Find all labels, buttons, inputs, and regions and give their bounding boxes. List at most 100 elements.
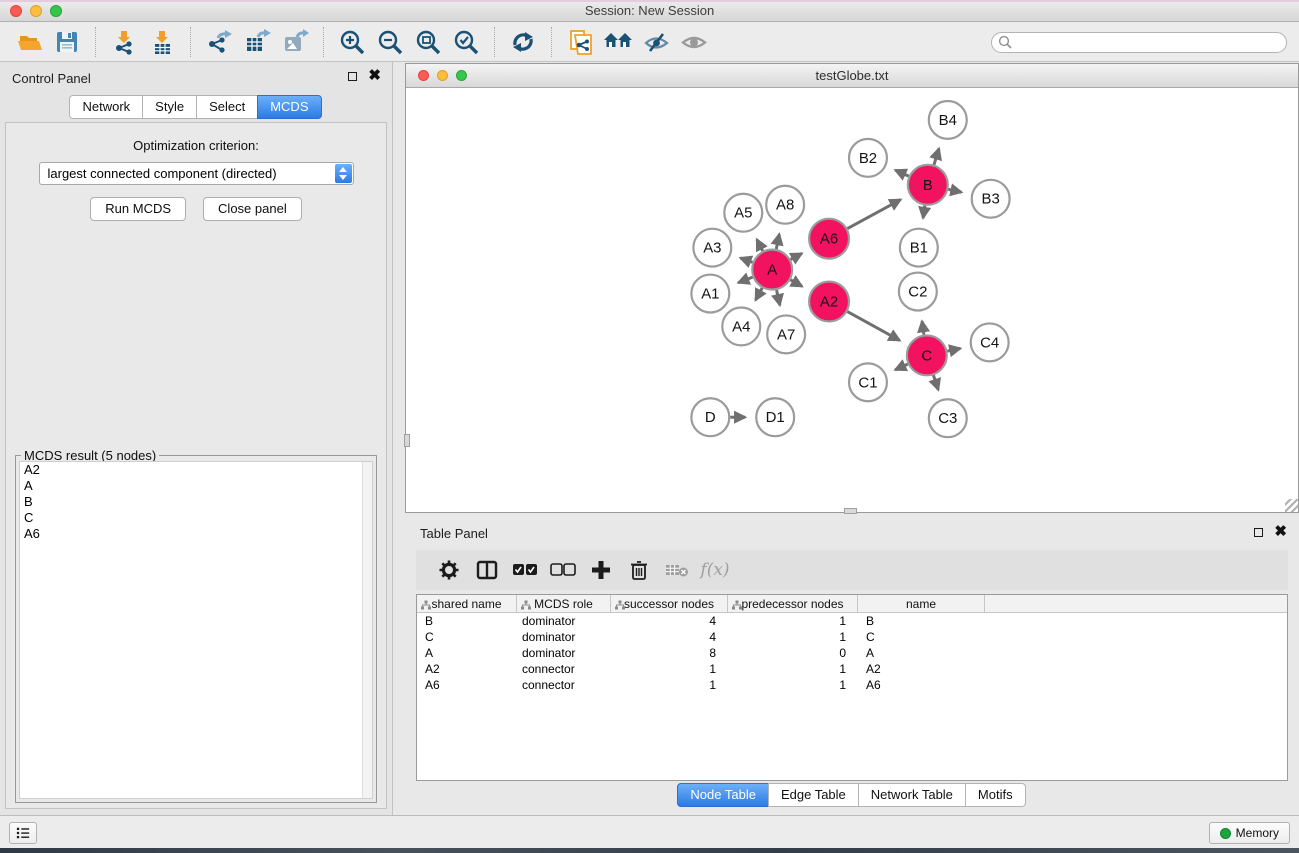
network-home-button[interactable] xyxy=(601,26,635,58)
cell[interactable]: 1 xyxy=(611,677,728,693)
tab-mcds[interactable]: MCDS xyxy=(257,95,321,119)
tab-network[interactable]: Network xyxy=(69,95,143,119)
app-titlebar[interactable]: Session: New Session xyxy=(0,0,1299,22)
cell[interactable]: 4 xyxy=(611,613,728,629)
graph-node-C4[interactable]: C4 xyxy=(971,323,1009,361)
graph-edge-A-A3[interactable] xyxy=(740,258,752,262)
criterion-dropdown[interactable]: largest connected component (directed) xyxy=(39,162,354,185)
tab-select[interactable]: Select xyxy=(196,95,258,119)
mcds-result-item[interactable]: A6 xyxy=(20,526,372,542)
window-resize-grip-corner[interactable] xyxy=(1285,499,1298,512)
graph-node-A2[interactable]: A2 xyxy=(809,282,849,322)
mcds-result-item[interactable]: A xyxy=(20,478,372,494)
zoom-fit-button[interactable] xyxy=(411,26,445,58)
show-panel-button[interactable] xyxy=(677,26,711,58)
graph-edge-C-C4[interactable] xyxy=(947,348,960,351)
cell[interactable]: 4 xyxy=(611,629,728,645)
close-window-button[interactable] xyxy=(10,5,22,17)
save-session-button[interactable] xyxy=(50,26,84,58)
tab-network-table[interactable]: Network Table xyxy=(858,783,966,807)
add-column-button[interactable] xyxy=(582,553,620,587)
select-all-button[interactable] xyxy=(506,553,544,587)
column-header-shared-name[interactable]: shared name xyxy=(417,595,517,612)
close-panel-icon[interactable]: ✖ xyxy=(1274,527,1287,537)
graph-node-A7[interactable]: A7 xyxy=(767,315,805,353)
zoom-out-button[interactable] xyxy=(373,26,407,58)
show-column-button[interactable] xyxy=(468,553,506,587)
column-header-name[interactable]: name xyxy=(858,595,985,612)
cell[interactable]: connector xyxy=(517,677,611,693)
graph-node-A6[interactable]: A6 xyxy=(809,219,849,259)
cell[interactable]: A2 xyxy=(858,661,985,677)
cell[interactable]: 1 xyxy=(728,677,858,693)
cell[interactable]: A6 xyxy=(417,677,517,693)
graph-edge-A-A1[interactable] xyxy=(738,277,752,283)
column-header-mcds-role[interactable]: MCDS role xyxy=(517,595,611,612)
graph-node-C1[interactable]: C1 xyxy=(849,363,887,401)
graph-node-A[interactable]: A xyxy=(752,250,792,290)
cell[interactable]: A xyxy=(858,645,985,661)
graph-edge-C-C2[interactable] xyxy=(922,321,924,334)
cell[interactable]: A2 xyxy=(417,661,517,677)
maximize-network-button[interactable] xyxy=(456,70,467,81)
mcds-result-item[interactable]: B xyxy=(20,494,372,510)
graph-node-C3[interactable]: C3 xyxy=(929,399,967,437)
graph-node-A3[interactable]: A3 xyxy=(693,229,731,267)
cell[interactable]: dominator xyxy=(517,645,611,661)
mcds-result-item[interactable]: A2 xyxy=(20,462,372,478)
apply-layout-button[interactable] xyxy=(506,26,540,58)
cell[interactable]: C xyxy=(858,629,985,645)
graph-edge-A-A6[interactable] xyxy=(791,253,802,259)
graph-edge-A-A7[interactable] xyxy=(777,290,780,305)
cell[interactable]: 1 xyxy=(728,629,858,645)
graph-edge-A-A2[interactable] xyxy=(790,280,802,287)
cell[interactable]: 1 xyxy=(728,613,858,629)
cell[interactable]: connector xyxy=(517,661,611,677)
network-window-titlebar[interactable]: testGlobe.txt xyxy=(406,64,1298,88)
graph-node-B2[interactable]: B2 xyxy=(849,139,887,177)
close-panel-button[interactable]: Close panel xyxy=(203,197,302,221)
graph-node-C2[interactable]: C2 xyxy=(899,273,937,311)
graph-edge-B-B4[interactable] xyxy=(934,149,939,165)
column-header-successor-nodes[interactable]: successor nodes xyxy=(611,595,728,612)
run-mcds-button[interactable]: Run MCDS xyxy=(90,197,186,221)
clone-network-button[interactable] xyxy=(563,26,597,58)
mcds-result-item[interactable]: C xyxy=(20,510,372,526)
import-network-button[interactable] xyxy=(107,26,141,58)
open-file-button[interactable] xyxy=(12,26,46,58)
window-resize-grip-south[interactable] xyxy=(844,508,857,514)
tab-edge-table[interactable]: Edge Table xyxy=(768,783,859,807)
graph-edge-A-A8[interactable] xyxy=(776,234,779,249)
cell[interactable]: dominator xyxy=(517,613,611,629)
zoom-window-button[interactable] xyxy=(50,5,62,17)
graph-node-B3[interactable]: B3 xyxy=(972,180,1010,218)
scrollbar-track[interactable] xyxy=(362,462,372,798)
zoom-in-button[interactable] xyxy=(335,26,369,58)
delete-column-button[interactable] xyxy=(620,553,658,587)
export-image-button[interactable] xyxy=(278,26,312,58)
cell[interactable]: C xyxy=(417,629,517,645)
cell[interactable]: A xyxy=(417,645,517,661)
graph-node-B1[interactable]: B1 xyxy=(900,229,938,267)
float-panel-icon[interactable] xyxy=(348,72,357,81)
graph-edge-B-B3[interactable] xyxy=(948,189,961,192)
memory-button[interactable]: Memory xyxy=(1209,822,1290,844)
export-network-button[interactable] xyxy=(202,26,236,58)
graph-edge-A6-B[interactable] xyxy=(847,200,900,229)
graph-edge-A-A5[interactable] xyxy=(757,239,763,251)
graph-edge-A-A4[interactable] xyxy=(756,288,763,300)
graph-node-D1[interactable]: D1 xyxy=(756,398,794,436)
search-input[interactable] xyxy=(1013,34,1286,51)
graph-edge-C-C3[interactable] xyxy=(933,375,938,390)
minimize-network-button[interactable] xyxy=(437,70,448,81)
cell[interactable]: B xyxy=(858,613,985,629)
close-network-button[interactable] xyxy=(418,70,429,81)
cell[interactable]: B xyxy=(417,613,517,629)
graph-edge-B-B2[interactable] xyxy=(895,170,908,176)
graph-node-A4[interactable]: A4 xyxy=(722,307,760,345)
graph-edge-A2-C[interactable] xyxy=(847,312,899,341)
cell[interactable]: dominator xyxy=(517,629,611,645)
tab-style[interactable]: Style xyxy=(142,95,197,119)
cell[interactable]: 1 xyxy=(728,661,858,677)
import-table-button[interactable] xyxy=(145,26,179,58)
